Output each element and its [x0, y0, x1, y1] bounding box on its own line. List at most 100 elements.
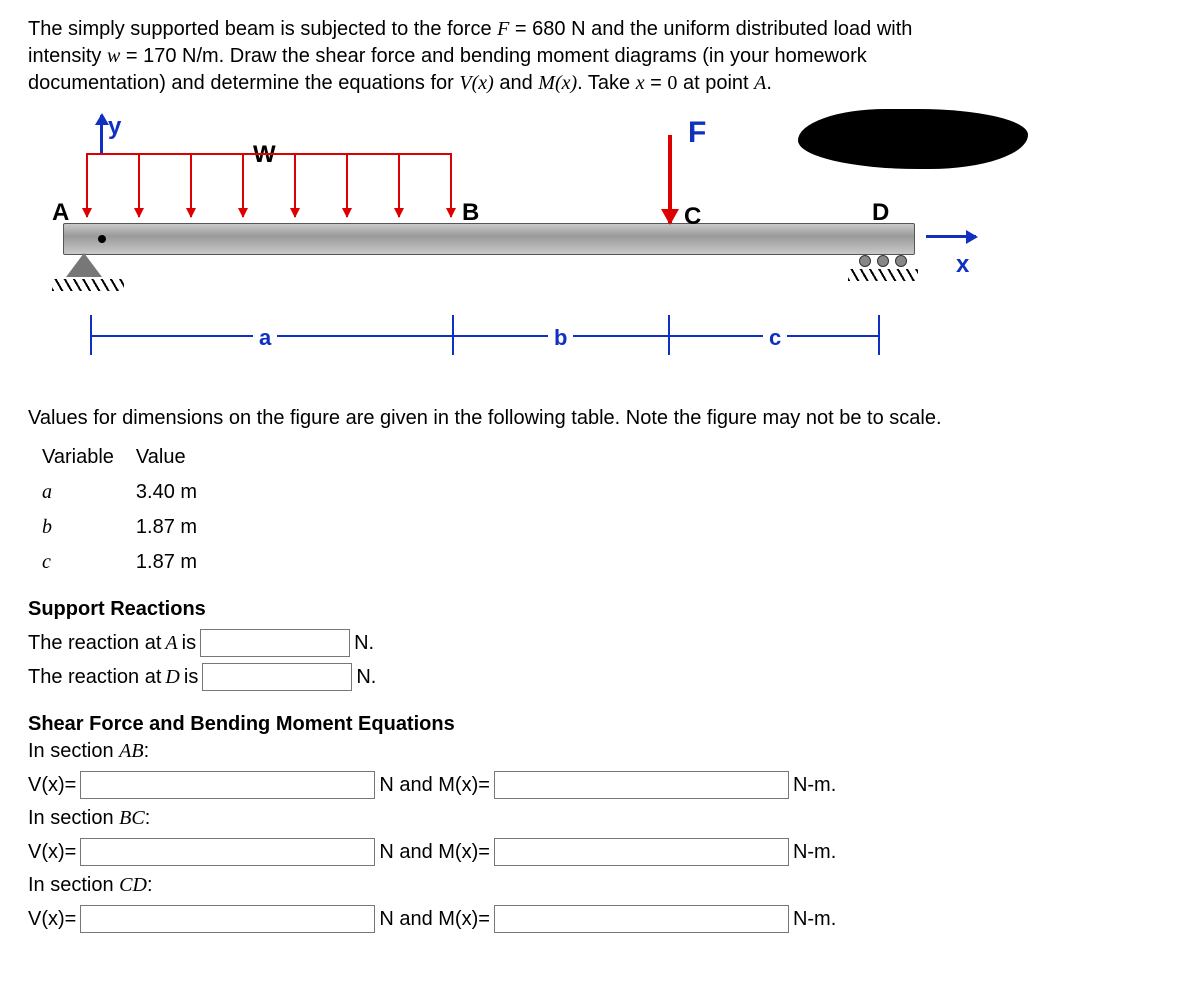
M-BC-input[interactable]	[494, 838, 789, 866]
section-AB-label: In section AB:	[28, 738, 1172, 765]
text: and	[494, 72, 538, 94]
table-row: a 3.40 m	[38, 475, 215, 510]
label-D: D	[872, 197, 889, 229]
value-w: 170 N/m	[143, 45, 219, 67]
table-row: c 1.87 m	[38, 545, 215, 580]
table-header-value: Value	[132, 440, 215, 475]
label-A: A	[52, 197, 69, 229]
dim-label-c: c	[763, 323, 787, 353]
reaction-A-row: The reaction at A is N.	[28, 629, 1172, 657]
pin-support-icon	[58, 253, 118, 289]
unit: N.	[356, 664, 376, 691]
symbol-BC: BC	[119, 807, 145, 829]
load-arrow-icon	[138, 153, 140, 217]
value-F: 680 N	[532, 18, 585, 40]
symbol-D: D	[165, 664, 179, 691]
redaction-blob	[798, 109, 1028, 169]
text: =	[509, 18, 532, 40]
section-BC-label: In section BC:	[28, 805, 1172, 832]
force-F-arrow	[668, 135, 672, 223]
text: :	[147, 874, 153, 896]
symbol-w: w	[107, 45, 120, 67]
symbol-A: A	[165, 630, 177, 657]
label-Mx: N and M(x)=	[379, 772, 490, 799]
text: :	[144, 740, 150, 762]
load-arrow-icon	[450, 153, 452, 217]
section-BC-inputs: V(x)= N and M(x)= N-m.	[28, 838, 1172, 866]
label-C: C	[684, 201, 701, 233]
var-cell: b	[38, 510, 132, 545]
text: and the uniform distributed load with	[586, 18, 913, 40]
text: In section	[28, 874, 119, 896]
label-B: B	[462, 197, 479, 229]
unit: N-m.	[793, 839, 836, 866]
symbol-AB: AB	[119, 740, 143, 762]
dimensions-note: Values for dimensions on the figure are …	[28, 405, 1172, 432]
point-dot	[98, 235, 106, 243]
load-arrow-icon	[86, 153, 88, 217]
val-cell: 1.87 m	[132, 510, 215, 545]
distributed-load-top	[86, 153, 451, 155]
roller-support-icon	[848, 255, 918, 281]
load-arrow-icon	[190, 153, 192, 217]
label-W: W	[253, 139, 276, 171]
var-cell: c	[38, 545, 132, 580]
unit: N-m.	[793, 906, 836, 933]
label-Vx: V(x)=	[28, 839, 76, 866]
V-BC-input[interactable]	[80, 838, 375, 866]
V-AB-input[interactable]	[80, 771, 375, 799]
unit: N.	[354, 630, 374, 657]
dim-label-a: a	[253, 323, 277, 353]
x-axis-arrow	[926, 235, 976, 238]
label-F: F	[688, 113, 706, 154]
text: documentation) and determine the equatio…	[28, 72, 459, 94]
text: :	[145, 807, 151, 829]
table-header-variable: Variable	[38, 440, 132, 475]
text: . Take	[577, 72, 636, 94]
text: In section	[28, 807, 119, 829]
value-zero: 0	[667, 72, 677, 94]
symbol-Vx: V(x)	[459, 72, 493, 94]
V-CD-input[interactable]	[80, 905, 375, 933]
text: intensity	[28, 45, 107, 67]
section-AB-inputs: V(x)= N and M(x)= N-m.	[28, 771, 1172, 799]
beam-body	[63, 223, 915, 255]
symbol-F: F	[497, 18, 509, 40]
reaction-A-input[interactable]	[200, 629, 350, 657]
val-cell: 1.87 m	[132, 545, 215, 580]
reaction-D-row: The reaction at D is N.	[28, 663, 1172, 691]
text: =	[645, 72, 668, 94]
label-y: y	[108, 111, 121, 143]
dim-tick	[878, 315, 880, 355]
label-x: x	[956, 249, 969, 281]
section-CD-label: In section CD:	[28, 872, 1172, 899]
symbol-A: A	[754, 72, 766, 94]
load-arrow-icon	[294, 153, 296, 217]
load-arrow-icon	[242, 153, 244, 217]
label-Vx: V(x)=	[28, 906, 76, 933]
dimensions-table: Variable Value a 3.40 m b 1.87 m c 1.87 …	[38, 440, 215, 580]
var-cell: a	[38, 475, 132, 510]
label-Mx: N and M(x)=	[379, 839, 490, 866]
problem-statement: The simply supported beam is subjected t…	[28, 16, 1172, 97]
label-Vx: V(x)=	[28, 772, 76, 799]
text: . Draw the shear force and bending momen…	[219, 45, 867, 67]
load-arrow-icon	[398, 153, 400, 217]
reaction-D-input[interactable]	[202, 663, 352, 691]
M-CD-input[interactable]	[494, 905, 789, 933]
symbol-x: x	[636, 72, 645, 94]
beam-figure: y W F A B C D x a b c	[28, 105, 1028, 385]
text: The simply supported beam is subjected t…	[28, 18, 497, 40]
M-AB-input[interactable]	[494, 771, 789, 799]
load-arrow-icon	[346, 153, 348, 217]
text: is	[182, 630, 196, 657]
unit: N-m.	[793, 772, 836, 799]
support-reactions-heading: Support Reactions	[28, 596, 1172, 623]
dim-label-b: b	[548, 323, 573, 353]
table-row: b 1.87 m	[38, 510, 215, 545]
text: =	[120, 45, 143, 67]
symbol-CD: CD	[119, 874, 147, 896]
section-CD-inputs: V(x)= N and M(x)= N-m.	[28, 905, 1172, 933]
y-axis-arrow	[100, 115, 103, 153]
equations-heading: Shear Force and Bending Moment Equations	[28, 711, 1172, 738]
